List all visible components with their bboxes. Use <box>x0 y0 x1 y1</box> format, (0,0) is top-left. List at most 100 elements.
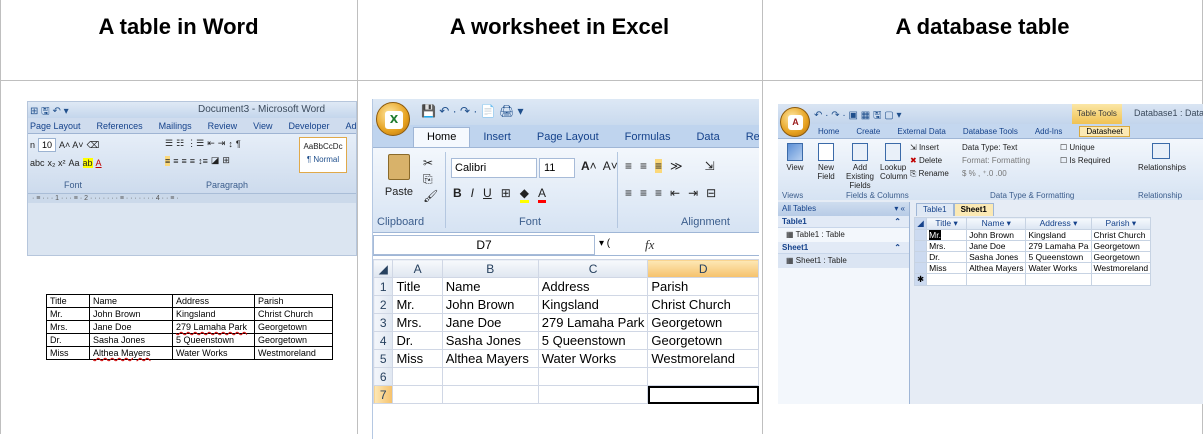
cell[interactable] <box>441 385 539 404</box>
column-header[interactable]: Name ▾ <box>966 217 1027 230</box>
align-left-icon[interactable]: ≡ <box>625 186 632 200</box>
table-cell[interactable]: Christ Church <box>254 307 333 321</box>
sort-icon[interactable]: ↕ <box>228 139 233 149</box>
cell[interactable]: Mr. <box>392 295 443 314</box>
table-cell[interactable]: Water Works <box>172 346 255 360</box>
table-cell[interactable]: Parish <box>254 294 333 308</box>
cell[interactable]: John Brown <box>966 229 1027 241</box>
font-name-dropdown[interactable]: n <box>30 140 35 150</box>
table-cell[interactable]: Georgetown <box>254 320 333 334</box>
ruler[interactable]: · ≡ · · · 1 · · · ≡ · 2 · · · · · · · ≡ … <box>28 193 356 203</box>
increase-indent-icon[interactable]: ⇥ <box>218 138 226 149</box>
align-center-icon[interactable]: ≡ <box>640 186 647 200</box>
cell[interactable]: 5 Queenstown <box>1025 251 1092 263</box>
cell[interactable]: Dr. <box>392 331 443 350</box>
table-cell[interactable]: Georgetown <box>254 333 333 347</box>
wrap-text-icon[interactable]: ⇲ <box>705 159 715 173</box>
cell[interactable]: Georgetown <box>1090 251 1152 263</box>
tab-home[interactable]: Home <box>413 127 471 147</box>
row-header[interactable]: 5 <box>373 349 394 368</box>
table-cell[interactable]: John Brown <box>89 307 173 321</box>
justify-icon[interactable]: ≡ <box>190 156 195 166</box>
tab-review[interactable]: Review <box>208 121 238 131</box>
add-existing-fields-button[interactable]: Add Existing Fields <box>844 143 876 190</box>
row-header[interactable]: 7 <box>373 385 394 404</box>
record-selector[interactable] <box>913 262 928 274</box>
cell[interactable]: Jane Doe <box>966 240 1027 252</box>
underline-icon[interactable]: U <box>483 186 492 203</box>
cut-icon[interactable]: ✂ <box>423 156 438 170</box>
italic-icon[interactable]: I <box>471 186 474 203</box>
cell[interactable]: 279 Lamaha Pa <box>1025 240 1092 252</box>
cell[interactable]: Title <box>392 277 443 296</box>
cell[interactable] <box>537 385 649 404</box>
merge-icon[interactable]: ⊟ <box>706 186 716 200</box>
nav-group-table1[interactable]: Table1 ⌃ <box>778 216 909 228</box>
cell[interactable]: Name <box>441 277 539 296</box>
align-top-icon[interactable]: ≡ <box>625 159 632 173</box>
table-cell[interactable]: Sasha Jones <box>89 333 173 347</box>
grow-font-icon[interactable]: A˄ A˅ <box>59 140 84 150</box>
new-record-icon[interactable]: ✱ <box>913 273 928 286</box>
tab-mailings[interactable]: Mailings <box>159 121 192 131</box>
table-cell[interactable]: Miss <box>46 346 90 360</box>
column-header[interactable]: Address ▾ <box>1025 217 1092 230</box>
table-cell[interactable]: Kingsland <box>172 307 255 321</box>
table-cell[interactable]: Althea Mayers <box>89 346 173 360</box>
cell[interactable]: Westmoreland <box>647 349 759 368</box>
bold-icon[interactable]: B <box>453 186 462 203</box>
cell[interactable] <box>441 367 539 386</box>
cell[interactable]: Parish <box>647 277 759 296</box>
fill-color-icon[interactable]: ◆ <box>519 186 529 203</box>
row-header[interactable]: 3 <box>373 313 394 332</box>
font-size-box[interactable]: 10 <box>38 138 57 152</box>
table-cell[interactable]: Address <box>172 294 255 308</box>
cell[interactable]: Kingsland <box>537 295 649 314</box>
table-cell[interactable]: Mr. <box>46 307 90 321</box>
select-all-corner[interactable]: ◢ <box>913 217 928 230</box>
delete-column-button[interactable]: ✖ Delete <box>910 156 942 165</box>
table-cell[interactable]: Title <box>46 294 90 308</box>
table-cell[interactable]: Jane Doe <box>89 320 173 334</box>
active-cell[interactable] <box>647 385 759 404</box>
font-color-icon[interactable]: A <box>96 158 102 168</box>
tab-references[interactable]: References <box>97 121 143 131</box>
multilevel-icon[interactable]: ⋮☰ <box>187 138 204 149</box>
office-button-icon[interactable]: A <box>780 107 810 137</box>
copy-icon[interactable]: ⎘ <box>423 172 438 187</box>
cell[interactable]: Kingsland <box>1025 229 1092 241</box>
new-field-button[interactable]: New Field <box>814 143 838 181</box>
bullets-icon[interactable]: ☰ <box>165 138 173 149</box>
tab-data[interactable]: Data <box>683 131 732 147</box>
rename-column-button[interactable]: ⎘ Rename <box>910 169 949 179</box>
column-header[interactable]: A <box>392 259 443 278</box>
record-selector[interactable] <box>913 240 928 252</box>
nav-item-sheet1[interactable]: ▦ Sheet1 : Table <box>778 254 909 268</box>
view-button[interactable]: View <box>784 143 806 172</box>
subscript-icon[interactable]: x₂ x² <box>48 158 66 168</box>
quick-access-toolbar[interactable]: ⊞ 🖫 ↶ ▾ <box>30 104 69 121</box>
select-all-corner[interactable]: ◢ <box>373 259 394 278</box>
font-color-icon[interactable]: A <box>537 186 546 203</box>
column-header[interactable]: B <box>441 259 539 278</box>
data-type-dropdown[interactable]: Data Type: Text <box>962 143 1017 152</box>
cell[interactable]: Sasha Jones <box>966 251 1027 263</box>
tab-review[interactable]: Review <box>733 131 759 147</box>
column-header[interactable]: C <box>537 259 649 278</box>
tab-page-layout[interactable]: Page Layout <box>524 131 612 147</box>
tab-insert[interactable]: Insert <box>470 131 524 147</box>
is-required-checkbox[interactable]: ☐ Is Required <box>1060 156 1110 165</box>
align-right-icon[interactable]: ≡ <box>655 186 662 200</box>
navigation-pane-header[interactable]: All Tables ▾ « <box>778 202 909 216</box>
format-painter-icon[interactable]: 🖌 <box>423 189 438 203</box>
clear-format-icon[interactable]: ⌫ <box>87 140 100 151</box>
tab-database-tools[interactable]: Database Tools <box>963 127 1018 136</box>
orientation-icon[interactable]: ≫ <box>670 159 683 173</box>
cell[interactable] <box>392 385 443 404</box>
cell[interactable]: Althea Mayers <box>966 262 1027 274</box>
shading-icon[interactable]: ◪ <box>211 155 220 166</box>
cell[interactable]: Althea Mayers <box>441 349 539 368</box>
align-bottom-icon[interactable]: ≡ <box>655 159 663 173</box>
table-cell[interactable]: 279 Lamaha Park <box>172 320 255 334</box>
cell[interactable]: Miss <box>926 262 968 274</box>
